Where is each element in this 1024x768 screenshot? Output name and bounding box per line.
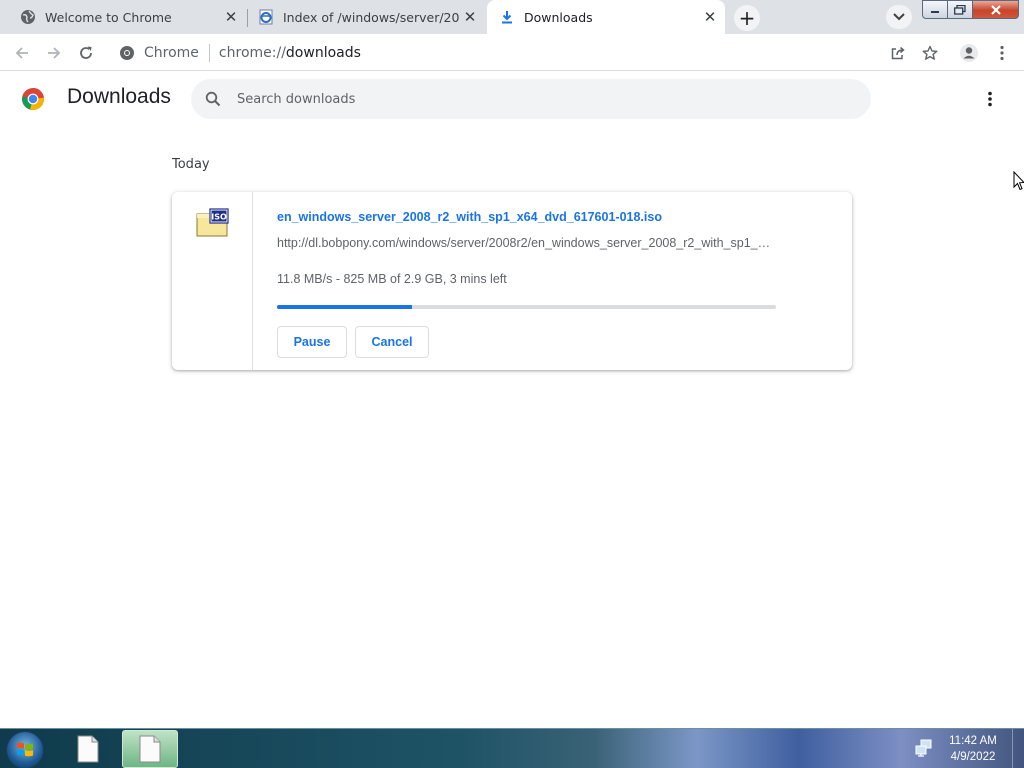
tab-downloads[interactable]: Downloads ✕ <box>487 0 725 34</box>
mouse-cursor-icon <box>1013 171 1024 191</box>
download-item-card: ISO en_windows_server_2008_r2_with_sp1_x… <box>172 192 852 370</box>
url-scheme: chrome:// <box>218 44 286 61</box>
taskbar-item-document[interactable] <box>60 730 116 768</box>
close-icon <box>990 4 1001 15</box>
browser-toolbar: Chrome chrome://downloads <box>0 34 1024 71</box>
search-downloads-bar[interactable] <box>191 79 871 119</box>
pause-button[interactable]: Pause <box>277 326 347 358</box>
file-icon-column: ISO <box>172 192 253 370</box>
downloads-header: Downloads <box>0 72 1024 128</box>
minimize-button[interactable] <box>922 0 948 19</box>
blank-document-icon <box>139 735 161 763</box>
share-icon <box>891 46 905 60</box>
blank-document-icon <box>77 735 99 763</box>
tab-title: Downloads <box>524 9 593 25</box>
chrome-menu-button[interactable] <box>989 40 1015 66</box>
restore-icon <box>954 4 966 15</box>
address-bar[interactable]: Chrome chrome://downloads <box>108 38 948 67</box>
window-caption-buttons <box>922 0 1020 20</box>
windows-logo-icon <box>17 742 33 757</box>
file-icon-label: ISO <box>211 213 227 222</box>
tab-index-of[interactable]: Index of /windows/server/2008r2/ ✕ <box>248 0 485 34</box>
close-tab-icon[interactable]: ✕ <box>459 6 481 28</box>
clock-time: 11:42 AM <box>949 735 997 747</box>
windows-taskbar: 11:42 AM 4/9/2022 <box>0 728 1024 768</box>
close-tab-icon[interactable]: ✕ <box>699 6 721 28</box>
source-url[interactable]: http://dl.bobpony.com/windows/server/200… <box>277 236 772 250</box>
tab-welcome[interactable]: Welcome to Chrome ✕ <box>0 0 246 34</box>
system-clock[interactable]: 11:42 AM 4/9/2022 <box>940 733 1006 765</box>
tab-strip: Welcome to Chrome ✕ Index of /windows/se… <box>0 0 1024 34</box>
close-tab-icon[interactable]: ✕ <box>220 6 242 28</box>
forward-button[interactable] <box>41 40 67 66</box>
taskbar-item-active-document[interactable] <box>122 730 178 768</box>
forward-arrow-icon <box>48 47 61 59</box>
tab-title: Welcome to Chrome <box>45 9 172 25</box>
page-title: Downloads <box>67 85 171 108</box>
star-icon <box>922 45 938 60</box>
date-group-label: Today <box>172 157 210 172</box>
reload-icon <box>80 46 92 59</box>
back-button[interactable] <box>9 40 35 66</box>
restore-button[interactable] <box>948 0 973 19</box>
tab-search-button[interactable] <box>886 5 912 29</box>
iso-file-icon: ISO <box>196 208 229 237</box>
avatar-icon <box>960 44 978 62</box>
chevron-down-icon <box>893 13 905 21</box>
download-icon <box>499 9 515 25</box>
show-desktop-button[interactable] <box>1012 729 1024 768</box>
chrome-site-icon <box>118 44 136 62</box>
kebab-menu-icon <box>1000 45 1004 61</box>
globe-icon <box>20 9 36 25</box>
tab-title: Index of /windows/server/2008r2/ <box>283 9 459 25</box>
cancel-button[interactable]: Cancel <box>355 326 429 358</box>
profile-button[interactable] <box>956 40 982 66</box>
file-name-link[interactable]: en_windows_server_2008_r2_with_sp1_x64_d… <box>277 210 662 224</box>
url-host: downloads <box>285 44 361 61</box>
omnibox-divider <box>208 43 210 62</box>
kebab-menu-icon <box>988 91 992 107</box>
share-button[interactable] <box>885 40 911 66</box>
search-input[interactable] <box>237 91 797 107</box>
network-tray-icon[interactable] <box>915 739 933 757</box>
search-icon <box>203 89 223 109</box>
site-chip: Chrome <box>144 44 199 61</box>
clock-date: 4/9/2022 <box>950 751 996 763</box>
chrome-logo-icon <box>22 88 45 111</box>
downloads-menu-button[interactable] <box>978 87 1002 111</box>
reload-button[interactable] <box>73 40 99 66</box>
new-tab-button[interactable]: + <box>734 5 760 31</box>
start-button[interactable] <box>6 731 44 768</box>
ie-page-icon <box>258 9 274 25</box>
bookmark-button[interactable] <box>917 40 943 66</box>
progress-bar-fill <box>277 305 412 309</box>
progress-bar <box>277 305 776 309</box>
minimize-icon <box>931 10 939 13</box>
back-arrow-icon <box>15 47 28 59</box>
window-close-button[interactable] <box>973 0 1019 19</box>
download-status: 11.8 MB/s - 825 MB of 2.9 GB, 3 mins lef… <box>277 272 507 286</box>
